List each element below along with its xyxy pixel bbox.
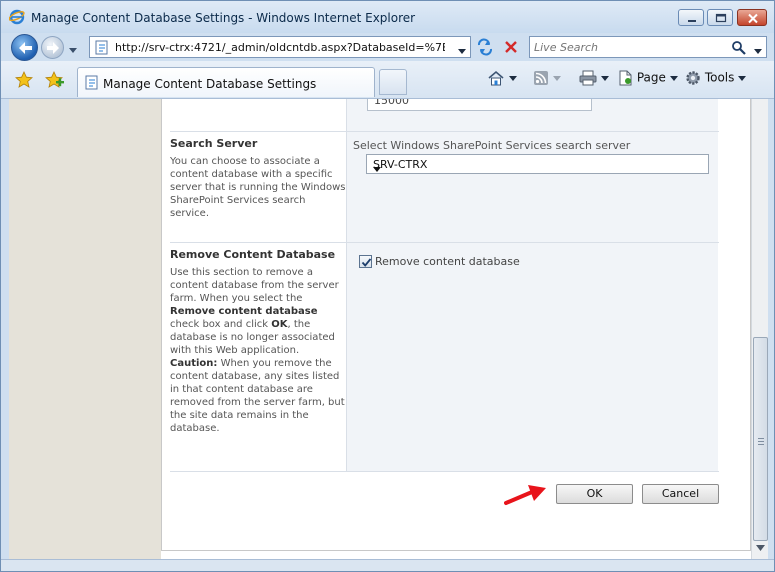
rss-feed-icon [534,71,548,85]
tab-manage-content-db[interactable]: Manage Content Database Settings [77,67,375,97]
cancel-button[interactable]: Cancel [642,484,719,504]
close-window-button[interactable] [737,9,767,26]
remove-db-section: Remove Content Database Use this section… [170,243,744,471]
section-input-area: 15000 [346,99,718,131]
address-dropdown[interactable] [458,44,466,57]
print-dropdown-icon [600,75,609,81]
back-arrow-icon [19,42,32,54]
remove-db-checkbox[interactable] [359,255,372,268]
magnifier-icon[interactable] [731,40,747,58]
section-input-area: Select Windows SharePoint Services searc… [346,132,718,242]
search-server-section: Search Server You can choose to associat… [170,132,744,242]
ok-button[interactable]: OK [556,484,633,504]
tab-row: Manage Content Database Settings Page To… [1,61,774,99]
minimize-button[interactable] [678,9,704,26]
search-input[interactable] [534,39,724,55]
section-title: Search Server [170,137,258,150]
remove-db-checkbox-label[interactable]: Remove content database [375,255,520,268]
settings-form: 15000 Search Server You can choose to as… [161,99,751,551]
search-server-select[interactable]: SRV-CTRX [366,154,709,174]
numeric-input[interactable]: 15000 [367,99,592,111]
recent-pages-dropdown[interactable] [69,43,77,56]
page-menu[interactable]: Page [617,70,678,86]
grip-icon [758,438,764,445]
address-bar[interactable]: http://srv-ctrx:4721/_admin/oldcntdb.asp… [89,36,471,58]
section-description-area: Search Server You can choose to associat… [170,132,346,220]
section-description: You can choose to associate a content da… [170,156,346,219]
section-description: Use this section to remove a content dat… [170,267,345,434]
tools-dropdown-icon [738,75,747,81]
forward-arrow-icon [47,42,59,54]
section-description-area: Remove Content Database Use this section… [170,243,346,435]
page-icon [94,40,110,58]
home-icon [488,70,504,86]
gear-icon [686,71,700,85]
section-title: Remove Content Database [170,248,336,261]
title-bar: Manage Content Database Settings - Windo… [1,1,774,33]
refresh-button[interactable] [473,36,497,58]
page-menu-label: Page [636,70,666,85]
vertical-scrollbar[interactable] [751,99,768,559]
address-row: http://srv-ctrx:4721/_admin/oldcntdb.asp… [1,33,774,61]
url-text: http://srv-ctrx:4721/_admin/oldcntdb.asp… [115,41,445,54]
forward-button[interactable] [41,36,64,59]
back-button[interactable] [11,34,38,61]
section-input-area: Remove content database [346,243,718,471]
search-box[interactable] [529,36,767,58]
section-divider [170,471,719,472]
print-button[interactable] [579,70,609,86]
chevron-down-icon [373,162,703,175]
window-title: Manage Content Database Settings - Windo… [31,11,416,25]
feeds-dropdown-icon [552,75,561,81]
home-button[interactable] [487,70,517,86]
numeric-input-value: 15000 [374,99,409,107]
search-server-label: Select Windows SharePoint Services searc… [353,139,631,152]
scroll-down-icon[interactable] [756,545,765,551]
scrollbar-thumb[interactable] [753,337,768,541]
search-options-dropdown[interactable] [754,44,762,57]
feeds-button[interactable] [533,70,561,86]
new-tab-button[interactable] [379,69,407,95]
page-icon [84,75,100,93]
favorites-star-icon[interactable] [15,71,33,91]
ie-logo-icon [8,9,25,28]
maximize-button[interactable] [707,9,733,26]
refresh-icon [478,38,492,56]
tools-menu-label: Tools [704,70,735,85]
browser-window: Manage Content Database Settings - Windo… [0,0,775,572]
annotation-arrow-icon [504,485,546,505]
printer-icon [579,70,597,86]
stop-button[interactable] [499,36,523,58]
page-dropdown-icon [669,75,678,81]
tools-menu[interactable]: Tools [685,70,747,86]
home-dropdown-icon [508,75,517,81]
stop-icon [505,41,517,53]
checkmark-icon [361,258,372,267]
left-navigation [9,99,161,559]
add-favorites-icon[interactable] [45,71,65,91]
page-content: 15000 Search Server You can choose to as… [9,99,751,559]
tab-label: Manage Content Database Settings [103,77,317,91]
status-bar [1,559,774,571]
page-icon [619,70,632,86]
